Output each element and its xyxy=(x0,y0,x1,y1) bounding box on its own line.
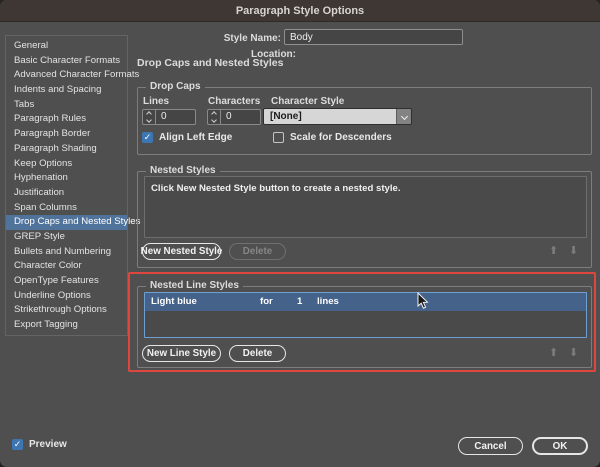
sidebar-item-indents-and-spacing[interactable]: Indents and Spacing xyxy=(6,83,127,98)
sidebar-item-underline-options[interactable]: Underline Options xyxy=(6,289,127,304)
sidebar-item-strikethrough-options[interactable]: Strikethrough Options xyxy=(6,303,127,318)
sidebar-item-paragraph-shading[interactable]: Paragraph Shading xyxy=(6,142,127,157)
move-down-icon[interactable]: ⬇ xyxy=(569,246,578,257)
line-style-name[interactable]: Light blue xyxy=(151,293,197,311)
drop-caps-group: Drop Caps Lines Characters Character Sty… xyxy=(137,81,592,155)
new-nested-style-button[interactable]: New Nested Style xyxy=(141,243,222,260)
characters-value[interactable]: 0 xyxy=(221,110,260,124)
style-name-label: Style Name: xyxy=(223,33,281,44)
nested-styles-list[interactable]: Click New Nested Style button to create … xyxy=(144,176,587,238)
sidebar-item-tabs[interactable]: Tabs xyxy=(6,98,127,113)
drop-caps-legend: Drop Caps xyxy=(146,81,205,92)
delete-line-style-button[interactable]: Delete xyxy=(229,345,286,362)
nested-styles-hint: Click New Nested Style button to create … xyxy=(151,183,401,194)
lines-stepper-buttons[interactable] xyxy=(143,110,156,124)
move-down-icon[interactable]: ⬇ xyxy=(569,348,578,359)
sidebar-item-basic-character-formats[interactable]: Basic Character Formats xyxy=(6,54,127,69)
dialog-titlebar: Paragraph Style Options xyxy=(0,0,600,22)
scale-for-descenders-checkbox[interactable] xyxy=(273,132,284,143)
nested-line-styles-legend: Nested Line Styles xyxy=(146,280,243,291)
new-line-style-button[interactable]: New Line Style xyxy=(142,345,221,362)
sidebar-item-drop-caps-and-nested-styles[interactable]: Drop Caps and Nested Styles xyxy=(6,215,140,230)
dialog-title: Paragraph Style Options xyxy=(235,4,365,17)
sidebar-item-character-color[interactable]: Character Color xyxy=(6,259,127,274)
sidebar-item-export-tagging[interactable]: Export Tagging xyxy=(6,318,127,333)
paragraph-style-options-dialog: Paragraph Style Options Style Name: Loca… xyxy=(0,0,600,467)
sidebar-item-general[interactable]: General xyxy=(6,39,127,54)
sidebar-item-justification[interactable]: Justification xyxy=(6,186,127,201)
preview-checkbox[interactable]: ✓ xyxy=(12,439,23,450)
stepper-up-icon[interactable] xyxy=(146,111,152,117)
style-name-input[interactable] xyxy=(284,29,463,45)
nested-line-styles-list[interactable]: Light blue for 1 lines xyxy=(144,292,587,338)
sidebar-item-advanced-character-formats[interactable]: Advanced Character Formats xyxy=(6,68,139,83)
sidebar-item-paragraph-border[interactable]: Paragraph Border xyxy=(6,127,127,142)
chevron-down-icon xyxy=(400,112,408,121)
preview-label: Preview xyxy=(29,439,67,450)
line-style-unit[interactable]: lines xyxy=(317,293,339,311)
cancel-button[interactable]: Cancel xyxy=(458,437,523,455)
lines-value[interactable]: 0 xyxy=(156,110,195,124)
scale-for-descenders-checkbox-row[interactable]: Scale for Descenders xyxy=(273,132,392,143)
align-left-edge-label: Align Left Edge xyxy=(159,132,233,143)
nested-styles-group: Nested Styles Click New Nested Style but… xyxy=(137,165,592,268)
line-style-row-selected[interactable]: Light blue for 1 lines xyxy=(145,293,586,311)
move-up-icon[interactable]: ⬆ xyxy=(549,348,558,359)
characters-stepper[interactable]: 0 xyxy=(207,109,261,125)
scale-for-descenders-label: Scale for Descenders xyxy=(290,132,392,143)
sidebar-item-span-columns[interactable]: Span Columns xyxy=(6,201,127,216)
preview-checkbox-row[interactable]: ✓ Preview xyxy=(12,439,67,450)
sidebar-item-bullets-and-numbering[interactable]: Bullets and Numbering xyxy=(6,245,127,260)
dropdown-chevron-button[interactable] xyxy=(396,109,411,124)
lines-label: Lines xyxy=(143,96,170,107)
stepper-up-icon[interactable] xyxy=(211,111,217,117)
characters-label: Characters xyxy=(208,96,261,107)
characters-stepper-buttons[interactable] xyxy=(208,110,221,124)
nested-line-styles-group: Nested Line Styles Light blue for 1 line… xyxy=(137,280,592,368)
settings-category-list: General Basic Character Formats Advanced… xyxy=(5,35,140,336)
stepper-down-icon[interactable] xyxy=(146,117,152,123)
ok-button[interactable]: OK xyxy=(532,437,588,455)
stepper-down-icon[interactable] xyxy=(211,117,217,123)
sidebar-item-opentype-features[interactable]: OpenType Features xyxy=(6,274,127,289)
sidebar-item-keep-options[interactable]: Keep Options xyxy=(6,157,127,172)
line-style-keyword[interactable]: for xyxy=(260,293,273,311)
move-up-icon[interactable]: ⬆ xyxy=(549,246,558,257)
align-left-edge-checkbox[interactable]: ✓ xyxy=(142,132,153,143)
character-style-label: Character Style xyxy=(271,96,345,107)
delete-nested-style-button[interactable]: Delete xyxy=(229,243,286,260)
nested-styles-legend: Nested Styles xyxy=(146,165,220,176)
sidebar-item-paragraph-rules[interactable]: Paragraph Rules xyxy=(6,112,127,127)
panel-heading: Drop Caps and Nested Styles xyxy=(137,57,284,69)
align-left-edge-checkbox-row[interactable]: ✓ Align Left Edge xyxy=(142,132,232,143)
character-style-selected-value[interactable]: [None] xyxy=(264,109,396,124)
lines-stepper[interactable]: 0 xyxy=(142,109,196,125)
sidebar-item-hyphenation[interactable]: Hyphenation xyxy=(6,171,127,186)
character-style-dropdown[interactable]: [None] xyxy=(263,108,412,125)
sidebar-item-grep-style[interactable]: GREP Style xyxy=(6,230,127,245)
line-style-count[interactable]: 1 xyxy=(297,293,302,311)
